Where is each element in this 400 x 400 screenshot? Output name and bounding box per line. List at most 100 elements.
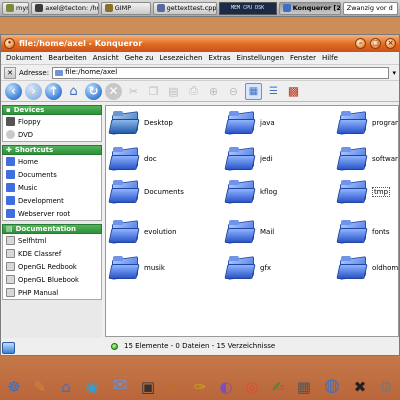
shortcuts-list: Home Documents Music Development Webserv… xyxy=(2,155,102,221)
folder-icon xyxy=(224,219,256,245)
menu-bearbeiten[interactable]: Bearbeiten xyxy=(48,54,86,62)
copy-icon[interactable]: ❐ xyxy=(145,83,162,100)
file-item-jedi[interactable]: jedi xyxy=(224,146,273,172)
taskbar-item-mymp[interactable]: mymp xyxy=(2,1,30,15)
terminal-icon[interactable]: ▣ xyxy=(137,376,159,398)
graphics-icon[interactable]: ✏ xyxy=(163,376,185,398)
location-input[interactable]: file:/home/axel xyxy=(52,66,390,79)
app-icon xyxy=(6,4,14,12)
kde-icon[interactable]: ☸ xyxy=(3,376,25,398)
taskbar-item-clock[interactable]: Zwanzig vor d xyxy=(342,1,398,15)
close-button[interactable]: × xyxy=(385,38,396,49)
clear-location-icon[interactable]: ✕ xyxy=(4,66,16,79)
menu-gehe-zu[interactable]: Gehe zu xyxy=(125,54,154,62)
file-item-label: tmp xyxy=(372,187,391,197)
home-icon[interactable]: ⌂ xyxy=(55,376,77,398)
editor-icon[interactable]: ✑ xyxy=(189,376,211,398)
folder-icon xyxy=(224,110,256,136)
print-icon[interactable]: ⎙ xyxy=(185,83,202,100)
file-item-gfx[interactable]: gfx xyxy=(224,255,271,281)
folder-icon xyxy=(336,179,368,205)
file-item-programm[interactable]: programm xyxy=(336,110,398,136)
file-item-musik[interactable]: musik xyxy=(108,255,165,281)
kmail-icon[interactable]: ✉ xyxy=(107,372,133,398)
shortcuts-icon: ✚ xyxy=(6,146,12,154)
mms-icon[interactable]: ✖ xyxy=(349,376,371,398)
minimize-button[interactable]: – xyxy=(355,38,366,49)
file-item-java[interactable]: java xyxy=(224,110,275,136)
home-icon[interactable]: ⌂ xyxy=(65,83,82,100)
file-item-label: musik xyxy=(144,264,165,272)
file-item-doc[interactable]: doc xyxy=(108,146,157,172)
reload-icon[interactable]: ↻ xyxy=(85,82,102,100)
file-item-fonts[interactable]: fonts xyxy=(336,219,390,245)
cut-icon[interactable]: ✂ xyxy=(125,83,142,100)
sidebar-item-opengl-redbook[interactable]: OpenGL Redbook xyxy=(3,260,101,273)
document-icon[interactable]: ▦ xyxy=(293,376,315,398)
kate-icon[interactable]: ◐ xyxy=(215,376,237,398)
sidebar-section-devices[interactable]: ▪ Devices xyxy=(2,105,102,115)
settings-icon[interactable]: ⚙ xyxy=(375,376,397,398)
back-icon[interactable]: ‹ xyxy=(5,82,22,100)
icon-view-icon[interactable]: ▦ xyxy=(245,82,262,100)
file-item-label: java xyxy=(260,119,275,127)
file-item-software[interactable]: software xyxy=(336,146,398,172)
sidebar-item-webserver-root[interactable]: Webserver root xyxy=(3,207,101,220)
taskbar: mymp axel@tecton: /hom GIMP gettexttest.… xyxy=(0,0,400,17)
sidebar-item-opengl-bluebook[interactable]: OpenGL Bluebook xyxy=(3,273,101,286)
zoom-out-icon[interactable]: ⊖ xyxy=(225,83,242,100)
file-item-desktop[interactable]: Desktop xyxy=(108,110,173,136)
sidebar-item-floppy[interactable]: Floppy xyxy=(3,115,101,128)
paste-icon[interactable]: ▤ xyxy=(165,83,182,100)
forward-icon[interactable]: › xyxy=(25,82,42,100)
file-item-evolution[interactable]: evolution xyxy=(108,219,177,245)
menu-hilfe[interactable]: Hilfe xyxy=(322,54,338,62)
taskbar-item-gimp[interactable]: GIMP xyxy=(100,1,151,15)
stop-icon[interactable]: ✕ xyxy=(105,82,122,100)
file-view: Desktop java programm doc jedi software Docume… xyxy=(105,105,399,337)
file-item-label: doc xyxy=(144,155,157,163)
sidebar-item-home[interactable]: Home xyxy=(3,155,101,168)
taskbar-item-konqueror[interactable]: Konqueror [2] xyxy=(278,1,341,15)
document-icon xyxy=(6,275,15,284)
menu-dokument[interactable]: Dokument xyxy=(6,54,42,62)
title-bar[interactable]: • file:/home/axel - Konqueror – □ × xyxy=(1,35,399,52)
location-dropdown-icon[interactable]: ▾ xyxy=(392,69,396,77)
file-item-kflog[interactable]: kflog xyxy=(224,179,277,205)
control-center-icon[interactable]: ✎ xyxy=(29,376,51,398)
sidebar-item-kde-classref[interactable]: KDE Classref xyxy=(3,247,101,260)
file-item-oldhome[interactable]: oldhome xyxy=(336,255,398,281)
file-item-tmp[interactable]: tmp xyxy=(336,179,391,205)
maximize-button[interactable]: □ xyxy=(370,38,381,49)
sidebar-item-music[interactable]: Music xyxy=(3,181,101,194)
sidebar-item-development[interactable]: Development xyxy=(3,194,101,207)
sidebar-item-documents[interactable]: Documents xyxy=(3,168,101,181)
help-icon[interactable]: ◎ xyxy=(241,376,263,398)
list-view-icon[interactable]: ☰ xyxy=(265,83,282,100)
sidebar-item-selfhtml[interactable]: Selfhtml xyxy=(3,234,101,247)
menu-ansicht[interactable]: Ansicht xyxy=(93,54,119,62)
sidebar-item-dvd[interactable]: DVD xyxy=(3,128,101,141)
menu-lesezeichen[interactable]: Lesezeichen xyxy=(159,54,202,62)
window-menu-icon[interactable]: • xyxy=(4,38,15,49)
konqueror-icon[interactable]: ▩ xyxy=(285,83,302,100)
konqueror-icon[interactable]: ◉ xyxy=(81,376,103,398)
sidebar-section-shortcuts[interactable]: ✚ Shortcuts xyxy=(2,145,102,155)
file-item-documents[interactable]: Documents xyxy=(108,179,184,205)
dock: ☸ ✎ ⌂ ◉ ✉ ▣ ✏ ✑ ◐ ◎ ✍ ▦ ◍ ✖ ⚙ xyxy=(0,367,400,400)
konqueror-icon[interactable]: ◍ xyxy=(319,372,345,398)
sidebar-toggle-icon[interactable] xyxy=(2,342,15,354)
file-item-mail[interactable]: Mail xyxy=(224,219,274,245)
taskbar-item-gettexttest[interactable]: gettexttest.cpp xyxy=(152,1,217,15)
sidebar-section-documentation[interactable]: ▤ Documentation xyxy=(2,224,102,234)
up-icon[interactable]: ↑ xyxy=(45,82,62,100)
taskbar-item-terminal[interactable]: axel@tecton: /hom xyxy=(31,1,99,15)
menu-einstellungen[interactable]: Einstellungen xyxy=(237,54,284,62)
devices-icon: ▪ xyxy=(6,106,11,114)
office-icon[interactable]: ✍ xyxy=(267,376,289,398)
menu-fenster[interactable]: Fenster xyxy=(290,54,316,62)
menu-extras[interactable]: Extras xyxy=(208,54,230,62)
documentation-list: Selfhtml KDE Classref OpenGL Redbook Ope… xyxy=(2,234,102,300)
zoom-in-icon[interactable]: ⊕ xyxy=(205,83,222,100)
sidebar-item-php-manual[interactable]: PHP Manual xyxy=(3,286,101,299)
